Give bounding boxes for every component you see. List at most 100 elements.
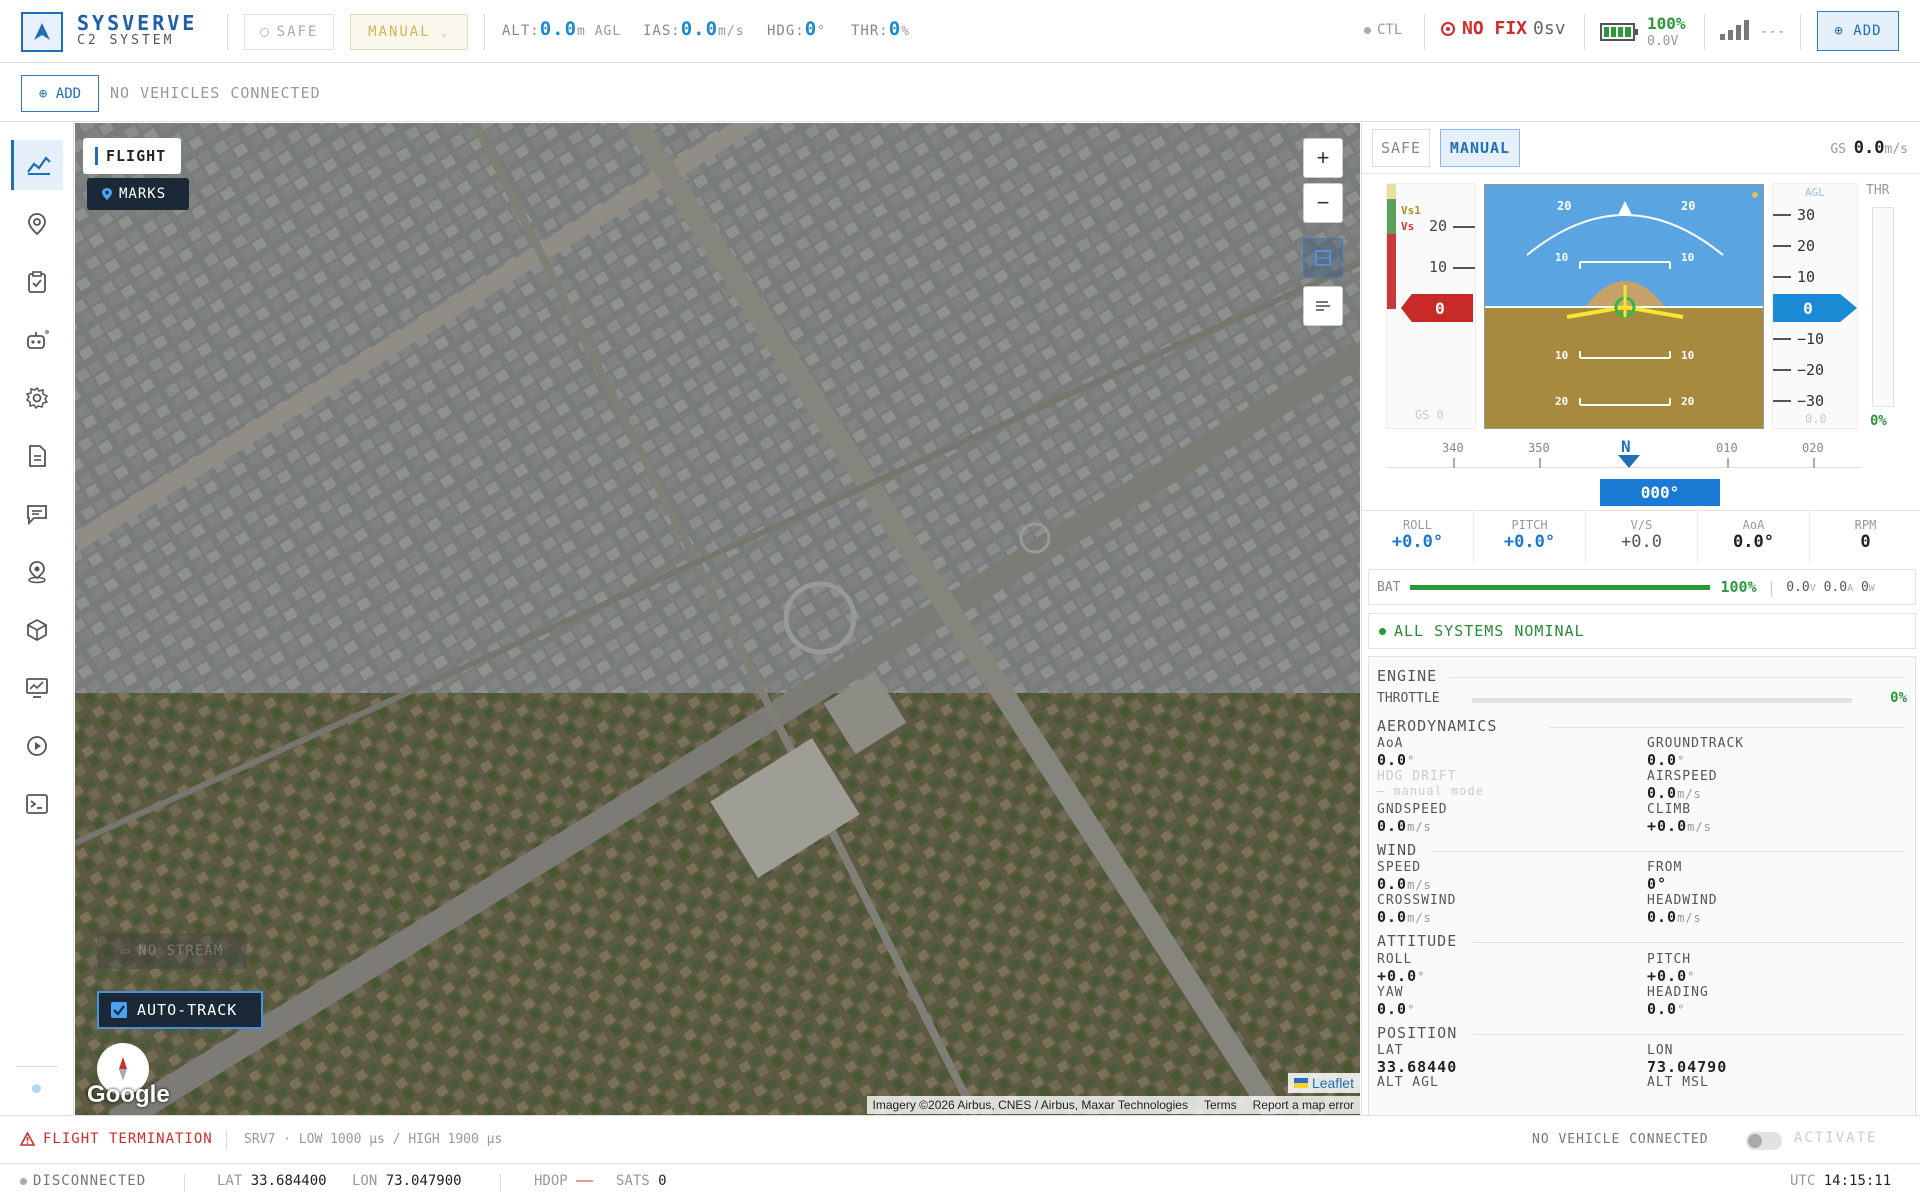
alt-tick: −20 [1797, 361, 1825, 379]
leaflet-label: Leaflet [1311, 1075, 1354, 1091]
tab-flight[interactable]: FLIGHT [83, 138, 181, 174]
stat-value: +0.0° [1391, 532, 1444, 552]
stat-value: 0.0° [1733, 532, 1774, 552]
brand-subtitle: C2 SYSTEM [77, 33, 175, 48]
ctl-label: CTL [1377, 22, 1403, 38]
field-value: +0.0 [1647, 817, 1688, 835]
auto-track-toggle[interactable]: AUTO-TRACK [97, 991, 263, 1029]
flag-icon [1293, 1078, 1308, 1088]
speed-gs: GS 0 [1415, 408, 1444, 422]
sidebar-item-vehicle[interactable] [11, 315, 63, 365]
field-unit: m/s [1407, 878, 1432, 892]
terms-link[interactable]: Terms [1204, 1098, 1237, 1112]
tick-mark [1773, 214, 1791, 216]
tick-mark [1773, 400, 1791, 402]
sidebar-item-3d[interactable] [11, 605, 63, 655]
field-value: 0.0 [1377, 817, 1408, 835]
section-rule [1473, 942, 1905, 943]
altitude-tape: AGL 30 20 10 0 −10 −20 −30 0.0 [1772, 183, 1858, 429]
tick-mark [1813, 458, 1815, 468]
sidebar-item-checklist[interactable] [11, 257, 63, 307]
activate-toggle[interactable] [1746, 1132, 1782, 1150]
alt-pointer: 0 [1773, 294, 1857, 322]
airspeed-field: AIRSPEED 0.0m/s [1647, 769, 1718, 802]
zoom-in-button[interactable]: + [1303, 138, 1343, 178]
list-button[interactable] [1303, 286, 1343, 326]
mode-select[interactable]: MANUAL ⌄ [350, 14, 468, 50]
zoom-out-button[interactable]: − [1303, 183, 1343, 223]
sidebar-item-waypoints[interactable] [11, 199, 63, 249]
crosswind-field: CROSSWIND 0.0m/s [1377, 893, 1456, 926]
divider [227, 14, 228, 50]
heading-north: N [1621, 437, 1631, 456]
sidebar-item-geofence[interactable] [11, 547, 63, 597]
aoa-field: AoA 0.0° [1377, 736, 1415, 769]
field-label: HDG DRIFT [1377, 769, 1457, 784]
sats-label: SATS [616, 1173, 650, 1189]
sidebar-item-replay[interactable] [11, 721, 63, 771]
alt-label: ALT: [502, 23, 540, 39]
sidebar-item-flight[interactable] [11, 140, 63, 190]
field-label: GNDSPEED [1377, 802, 1448, 817]
flight-termination[interactable]: FLIGHT TERMINATION [20, 1131, 213, 1147]
sidebar-item-logs[interactable] [11, 431, 63, 481]
field-value: 0.0 [1377, 751, 1408, 769]
activate-button[interactable]: ACTIVATE [1794, 1130, 1877, 1146]
no-stream-label: NO STREAM [138, 943, 224, 959]
stat-label: ROLL [1403, 518, 1432, 532]
layers-button[interactable] [1303, 238, 1343, 278]
field-value: 0.0 [1647, 1000, 1678, 1018]
sats-readout: SATS 0 [616, 1173, 667, 1189]
safe-button[interactable]: SAFE [244, 14, 334, 50]
speed-tick: 20 [1429, 217, 1448, 235]
flight-panel: SAFE MANUAL GS 0.0m/s Vs1 Vs 20 10 0 GS … [1361, 123, 1920, 1115]
active-marker [95, 147, 98, 165]
wind-title: WIND [1377, 841, 1418, 859]
sidebar-item-terminal[interactable] [11, 779, 63, 829]
bat-label: BAT [1377, 579, 1401, 595]
heading-pointer [1618, 455, 1640, 468]
leaflet-link[interactable]: Leaflet [1287, 1073, 1360, 1093]
section-rule [1433, 851, 1905, 852]
mode-manual-button[interactable]: MANUAL [1440, 129, 1520, 167]
top-bar: SYSVERVE C2 SYSTEM SAFE MANUAL ⌄ ALT:0.0… [0, 0, 1920, 63]
add-vehicle-button[interactable]: ⊕ ADD [21, 75, 99, 112]
cube-icon [27, 618, 47, 642]
tab-marks[interactable]: MARKS [87, 178, 189, 210]
auto-track-label: AUTO-TRACK [137, 1001, 238, 1019]
signal-icon: --- [1720, 20, 1785, 40]
bat-watt-unit: W [1868, 582, 1875, 594]
bat-percent: 100% [1720, 578, 1757, 596]
thr-readout: THR:0% [851, 18, 910, 40]
section-rule [1549, 727, 1905, 728]
hdop-label: HDOP [534, 1173, 568, 1189]
sidebar-item-messages[interactable] [11, 489, 63, 539]
signal-text: --- [1760, 24, 1786, 40]
monitor-chart-icon [26, 678, 48, 698]
crosshair-icon [1441, 21, 1455, 36]
add-button[interactable]: ⊕ ADD [1817, 11, 1899, 51]
field-label: FROM [1647, 860, 1683, 875]
field-label: ROLL [1377, 952, 1413, 967]
sats-value: 0 [658, 1173, 667, 1189]
attribution-text: Imagery ©2026 Airbus, CNES / Airbus, Max… [872, 1098, 1188, 1112]
field-label: AIRSPEED [1647, 769, 1718, 784]
lat-field: LAT 33.68440 [1377, 1043, 1457, 1076]
bat-sep: | [1766, 577, 1777, 597]
tab-marks-label: MARKS [119, 186, 167, 202]
list-icon [1316, 301, 1330, 311]
yaw-field: YAW 0.0° [1377, 985, 1415, 1018]
sidebar-item-settings[interactable] [11, 373, 63, 423]
flight-chart-icon [26, 156, 51, 175]
pitch-label: 20 [1555, 395, 1569, 408]
dot-icon [1364, 27, 1371, 34]
utc-readout: UTC 14:15:11 [1790, 1173, 1891, 1189]
attitude-indicator: 20 20 10 10 10 10 20 20 [1484, 184, 1764, 429]
pin-icon [102, 188, 112, 200]
mode-safe-button[interactable]: SAFE [1372, 129, 1430, 167]
sidebar-item-monitor[interactable] [11, 663, 63, 713]
google-logo: Google [87, 1081, 170, 1108]
map[interactable]: FLIGHT MARKS + − ▭ NO STREAM AUTO-TRACK G… [75, 123, 1360, 1115]
report-link[interactable]: Report a map error [1253, 1098, 1354, 1112]
dot-icon [20, 1177, 27, 1185]
